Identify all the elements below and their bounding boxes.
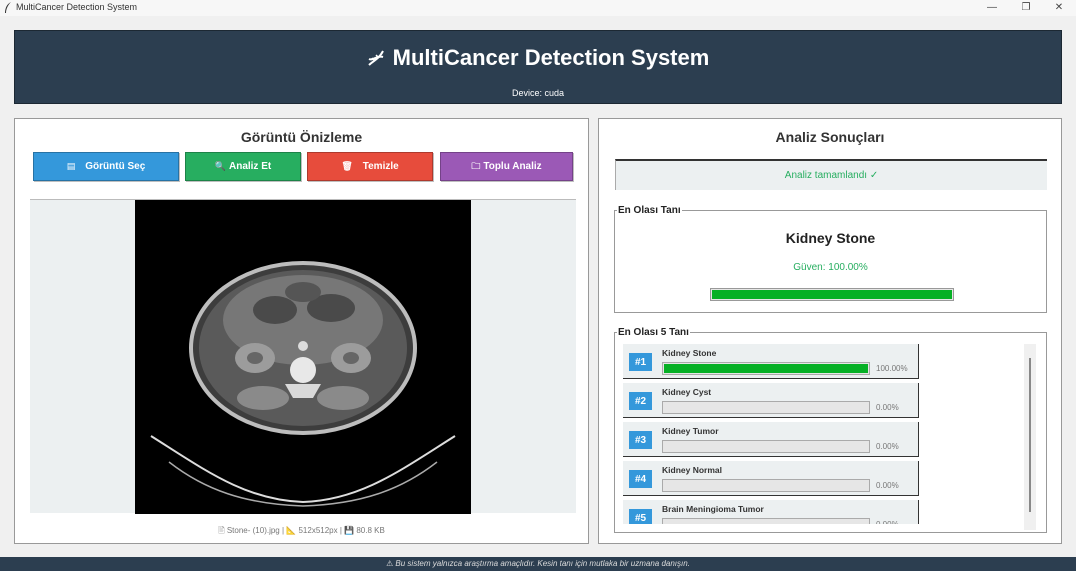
- file-info: 🖹 Stone- (10).jpg | 📐 512x512px | 💾 80.8…: [218, 526, 385, 535]
- clear-label: Temizle: [362, 161, 399, 172]
- rank-badge: #1: [629, 353, 652, 371]
- analyze-button[interactable]: 🔍 Analiz Et: [185, 152, 301, 181]
- probability-bar: [662, 518, 870, 524]
- top5-group: En Olası 5 Tanı #1 Kidney Stone 100.00% #2 K…: [614, 327, 1047, 533]
- list-item: #5 Brain Meningioma Tumor 0.00%: [623, 500, 919, 524]
- status-box: Analiz tamamlandı ✓: [615, 159, 1047, 190]
- probability-bar: [662, 440, 870, 453]
- clear-button[interactable]: 🗑 Temizle: [307, 152, 433, 181]
- list-item: #2 Kidney Cyst 0.00%: [623, 383, 919, 418]
- image-preview-area: [30, 199, 576, 514]
- analyze-label: Analiz Et: [228, 161, 272, 172]
- scrollbar-thumb[interactable]: [1029, 358, 1031, 512]
- preview-title: Görüntü Önizleme: [240, 129, 363, 145]
- feather-icon: [5, 2, 11, 13]
- image-file-icon: ▤: [66, 161, 76, 171]
- diagnosis-name: Kidney Tumor: [662, 426, 719, 436]
- select-image-label: Görüntü Seç: [85, 161, 146, 172]
- diagnosis-name: Brain Meningioma Tumor: [662, 504, 764, 514]
- results-title: Analiz Sonuçları: [775, 129, 885, 145]
- top-diagnosis-name: Kidney Stone: [785, 230, 876, 246]
- top5-list: #1 Kidney Stone 100.00% #2 Kidney Cyst 0.00% #…: [623, 344, 923, 524]
- rank-badge: #3: [629, 431, 652, 449]
- rank-badge: #4: [629, 470, 652, 488]
- preview-panel: Görüntü Önizleme ▤ Görüntü Seç 🔍 Analiz …: [14, 118, 589, 544]
- dna-icon: [367, 50, 384, 66]
- status-text: Analiz tamamlandı ✓: [784, 170, 879, 181]
- trash-icon: 🗑: [341, 161, 353, 171]
- probability-bar: [662, 401, 870, 414]
- results-panel: Analiz Sonuçları Analiz tamamlandı ✓ En …: [598, 118, 1062, 544]
- probability-value: 0.00%: [876, 481, 899, 490]
- diagnosis-name: Kidney Cyst: [662, 387, 712, 397]
- close-button[interactable]: ✕: [1045, 0, 1073, 16]
- app-title: MultiCancer Detection System: [15, 45, 1061, 71]
- disclaimer-footer: ⚠ Bu sistem yalnızca araştırma amaçlıdır…: [0, 557, 1076, 571]
- probability-value: 0.00%: [876, 403, 899, 412]
- list-item: #4 Kidney Normal 0.00%: [623, 461, 919, 496]
- probability-bar: [662, 362, 870, 375]
- restore-button[interactable]: ❐: [1012, 0, 1040, 16]
- diagnosis-name: Kidney Stone: [662, 348, 717, 358]
- list-item: #3 Kidney Tumor 0.00%: [623, 422, 919, 457]
- window-title: MultiCancer Detection System: [16, 2, 138, 12]
- diagnosis-name: Kidney Normal: [662, 465, 722, 475]
- folder-icon: 🗀: [471, 160, 481, 171]
- minimize-button[interactable]: —: [978, 0, 1006, 16]
- confidence-bar-fill: [712, 290, 952, 299]
- confidence-bar: [710, 288, 954, 301]
- top5-scrollbar[interactable]: [1024, 344, 1036, 530]
- top-diagnosis-group: En Olası Tanı Kidney Stone Güven: 100.00…: [614, 205, 1047, 313]
- probability-bar-fill: [664, 364, 868, 373]
- magnifier-icon: 🔍: [214, 161, 226, 171]
- probability-value: 0.00%: [876, 442, 899, 451]
- app-title-text: MultiCancer Detection System: [392, 45, 710, 70]
- select-image-button[interactable]: ▤ Görüntü Seç: [33, 152, 179, 181]
- probability-value: 0.00%: [876, 520, 899, 524]
- ct-scan-image: [135, 200, 471, 514]
- list-item: #1 Kidney Stone 100.00%: [623, 344, 919, 379]
- device-label: Device: cuda: [511, 88, 565, 98]
- rank-badge: #2: [629, 392, 652, 410]
- batch-analysis-label: Toplu Analiz: [483, 161, 542, 172]
- top-diagnosis-confidence: Güven: 100.00%: [793, 262, 868, 273]
- top-diagnosis-legend: En Olası Tanı: [618, 205, 681, 216]
- batch-analysis-button[interactable]: 🗀 Toplu Analiz: [440, 152, 573, 181]
- window-titlebar: MultiCancer Detection System — ❐ ✕: [0, 0, 1076, 16]
- probability-bar: [662, 479, 870, 492]
- probability-value: 100.00%: [876, 364, 908, 373]
- app-header: MultiCancer Detection System Device: cud…: [14, 30, 1062, 104]
- top5-legend: En Olası 5 Tanı: [618, 327, 689, 338]
- rank-badge: #5: [629, 509, 652, 524]
